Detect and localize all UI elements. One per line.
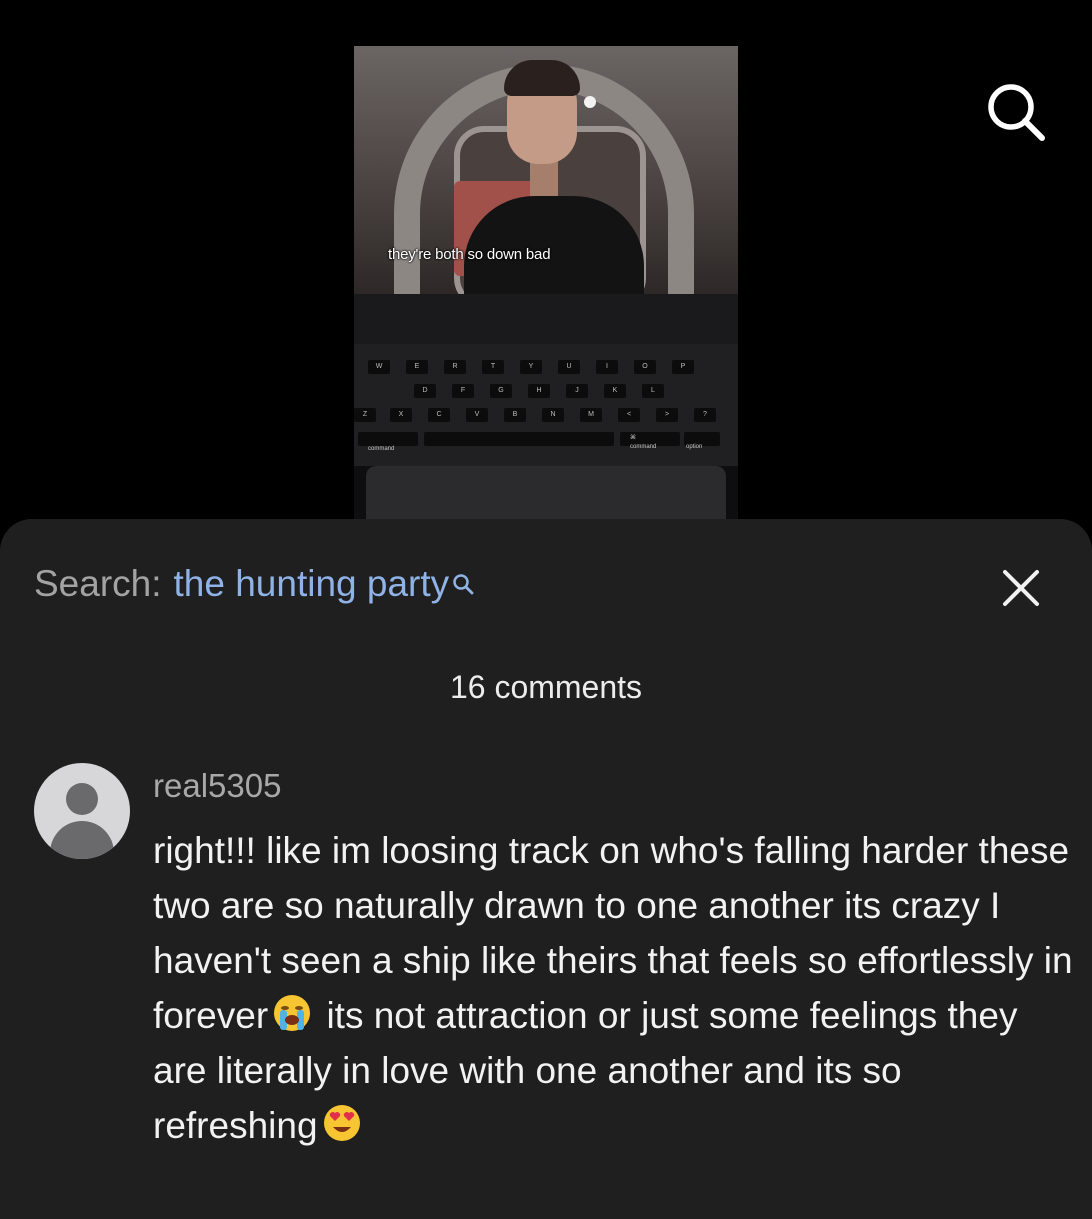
- video-subtitle: they're both so down bad: [388, 246, 551, 263]
- key-space: [424, 432, 614, 446]
- key: V: [466, 408, 488, 422]
- key: B: [504, 408, 526, 422]
- laptop-bezel: [354, 294, 738, 344]
- key: G: [490, 384, 512, 398]
- person-hair: [504, 60, 580, 96]
- close-icon: [1003, 570, 1039, 606]
- search-query-link[interactable]: the hunting party: [174, 563, 450, 605]
- loudly-crying-face-emoji-icon: [272, 993, 312, 1033]
- avatar[interactable]: [34, 763, 130, 859]
- key: W: [368, 360, 390, 374]
- key: Z: [354, 408, 376, 422]
- key: ?: [694, 408, 716, 422]
- comments-sheet: Search: the hunting party 16 comments re…: [0, 519, 1092, 1219]
- key: K: [604, 384, 626, 398]
- key: X: [390, 408, 412, 422]
- key-command-right-label: command: [630, 444, 657, 450]
- key: T: [482, 360, 504, 374]
- search-icon[interactable]: [984, 80, 1048, 144]
- comment-username[interactable]: real5305: [153, 767, 281, 805]
- key: C: [428, 408, 450, 422]
- key: E: [406, 360, 428, 374]
- search-suggestion[interactable]: Search: the hunting party: [34, 563, 475, 605]
- search-icon: [451, 563, 475, 595]
- key: O: [634, 360, 656, 374]
- avatar-head: [66, 783, 98, 815]
- key-command-symbol: ⌘: [630, 435, 636, 441]
- key: N: [542, 408, 564, 422]
- search-prefix-label: Search:: [34, 563, 162, 604]
- key-command-left-label: command: [368, 446, 395, 452]
- key-command-left: [358, 432, 418, 446]
- avatar-body: [50, 821, 114, 859]
- comment-text: right!!! like im loosing track on who's …: [153, 823, 1073, 1153]
- key: J: [566, 384, 588, 398]
- key: I: [596, 360, 618, 374]
- key-option-label: option: [686, 444, 703, 450]
- key: R: [444, 360, 466, 374]
- key: Y: [520, 360, 542, 374]
- key: U: [558, 360, 580, 374]
- key: P: [672, 360, 694, 374]
- scene-light: [584, 96, 596, 108]
- smiling-face-with-heart-eyes-emoji-icon: [322, 1103, 362, 1143]
- key: >: [656, 408, 678, 422]
- key: M: [580, 408, 602, 422]
- video-area[interactable]: they're both so down bad W E R T Y U I O…: [0, 0, 1092, 540]
- key: L: [642, 384, 664, 398]
- key: <: [618, 408, 640, 422]
- laptop-keyboard: W E R T Y U I O P D F G H J K L Z X C V …: [354, 344, 738, 466]
- video-player[interactable]: they're both so down bad W E R T Y U I O…: [354, 46, 738, 526]
- key: H: [528, 384, 550, 398]
- key: F: [452, 384, 474, 398]
- key: D: [414, 384, 436, 398]
- close-button[interactable]: [998, 565, 1044, 611]
- laptop-trackpad: [366, 466, 726, 526]
- video-scene: they're both so down bad: [354, 46, 738, 294]
- person-body: [464, 196, 644, 294]
- comment-count: 16 comments: [449, 669, 643, 705]
